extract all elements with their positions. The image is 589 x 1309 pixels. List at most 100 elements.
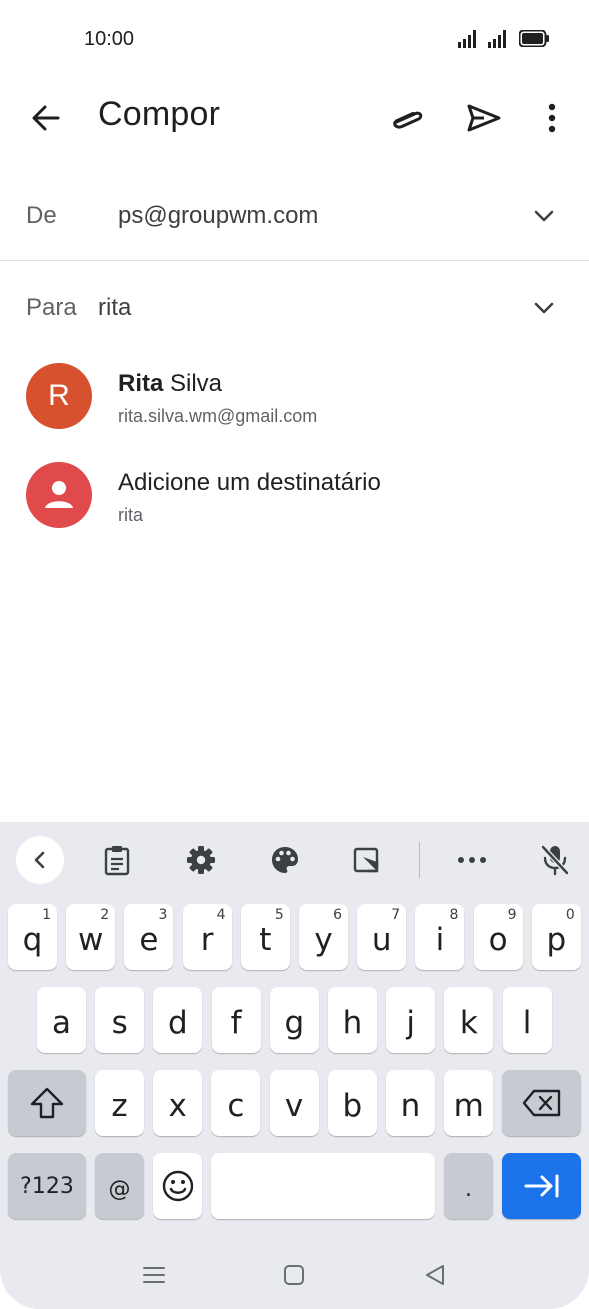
more-options-button[interactable] — [448, 836, 496, 884]
space-key[interactable] — [211, 1153, 435, 1219]
mic-off-icon — [541, 845, 569, 876]
key-p[interactable]: p0 — [531, 904, 581, 970]
key-label: v — [284, 1088, 304, 1124]
add-recipient-sub: rita — [118, 505, 144, 525]
person-icon — [26, 462, 92, 528]
clipboard-button[interactable] — [93, 836, 141, 884]
key-k[interactable]: k — [444, 987, 494, 1053]
key-i[interactable]: i8 — [415, 904, 465, 970]
key-label: q — [22, 922, 43, 958]
send-icon[interactable] — [462, 98, 506, 138]
key-label: p — [546, 922, 567, 958]
key-u[interactable]: u7 — [357, 904, 407, 970]
key-a[interactable]: a — [37, 987, 86, 1053]
toolbar-divider — [419, 842, 420, 878]
clipboard-icon — [104, 846, 130, 876]
key-label: y — [314, 922, 333, 958]
key-c[interactable]: c — [211, 1070, 261, 1136]
page-title: Compor — [98, 95, 221, 133]
key-label: d — [168, 1005, 188, 1041]
key-x[interactable]: x — [153, 1070, 203, 1136]
back-arrow-icon[interactable] — [26, 98, 66, 138]
keyboard-toolbar — [0, 822, 589, 898]
key-q[interactable]: q1 — [8, 904, 57, 970]
status-time: 10:00 — [84, 28, 135, 50]
shift-key[interactable] — [8, 1070, 86, 1136]
key-hint: 6 — [333, 907, 342, 923]
key-label: h — [342, 1005, 363, 1041]
key-j[interactable]: j — [386, 987, 436, 1053]
system-navigation-bar — [0, 1239, 589, 1309]
floating-keyboard-button[interactable] — [343, 836, 391, 884]
next-field-key[interactable] — [502, 1153, 581, 1219]
period-key-label: . — [465, 1176, 472, 1202]
key-label: i — [435, 922, 445, 958]
key-hint: 8 — [449, 907, 459, 923]
chevron-down-icon[interactable] — [530, 202, 558, 230]
key-label: x — [168, 1088, 187, 1124]
top-app-bar: Compor — [0, 80, 589, 156]
key-n[interactable]: n — [386, 1070, 435, 1136]
signal-icon-2 — [488, 30, 506, 48]
back-triangle-icon[interactable] — [419, 1259, 451, 1291]
key-label: g — [284, 1005, 305, 1041]
to-input[interactable]: rita — [98, 294, 131, 322]
contact-suggestion[interactable]: R Rita Silva rita.silva.wm@gmail.com — [0, 362, 589, 458]
key-r[interactable]: r4 — [182, 904, 232, 970]
at-key[interactable]: @ — [95, 1153, 144, 1219]
key-label: l — [522, 1005, 532, 1041]
to-field-row[interactable]: Para rita — [0, 270, 589, 346]
chevron-down-icon-to[interactable] — [530, 294, 558, 322]
key-t[interactable]: t5 — [240, 904, 290, 970]
key-b[interactable]: b — [327, 1070, 377, 1136]
emoji-key[interactable] — [153, 1153, 202, 1219]
key-label: c — [227, 1088, 245, 1124]
key-label: o — [488, 922, 508, 958]
shift-icon — [30, 1087, 64, 1119]
key-y[interactable]: y6 — [299, 904, 348, 970]
emoji-icon — [162, 1170, 193, 1202]
key-o[interactable]: o9 — [473, 904, 523, 970]
backspace-key[interactable] — [502, 1070, 581, 1136]
key-l[interactable]: l — [502, 987, 552, 1053]
key-label: n — [400, 1088, 421, 1124]
more-vert-icon[interactable] — [534, 98, 570, 138]
key-m[interactable]: m — [444, 1070, 494, 1136]
key-h[interactable]: h — [328, 987, 377, 1053]
key-d[interactable]: d — [153, 987, 203, 1053]
key-s[interactable]: s — [95, 987, 145, 1053]
resize-icon — [353, 847, 379, 873]
key-v[interactable]: v — [269, 1070, 319, 1136]
voice-input-button[interactable] — [531, 836, 579, 884]
menu-icon[interactable] — [138, 1259, 170, 1291]
key-e[interactable]: e3 — [124, 904, 174, 970]
key-label: a — [52, 1005, 71, 1041]
key-hint: 7 — [391, 907, 401, 923]
collapse-toolbar-button[interactable] — [16, 836, 64, 884]
from-label: De — [26, 202, 57, 229]
key-z[interactable]: z — [95, 1070, 144, 1136]
from-field-row[interactable]: De ps@groupwm.com — [0, 176, 589, 261]
add-recipient-label: Adicione um destinatário — [118, 469, 381, 496]
period-key[interactable]: . — [444, 1153, 493, 1219]
home-icon[interactable] — [278, 1259, 310, 1291]
key-f[interactable]: f — [211, 987, 261, 1053]
paperclip-icon[interactable] — [384, 98, 428, 138]
key-label: r — [200, 922, 214, 958]
key-label: s — [111, 1005, 128, 1041]
theme-button[interactable] — [261, 836, 309, 884]
tab-arrow-icon — [524, 1174, 558, 1198]
key-g[interactable]: g — [269, 987, 319, 1053]
battery-icon — [519, 30, 549, 47]
add-recipient-suggestion[interactable]: Adicione um destinatário rita — [0, 461, 589, 557]
symbols-key[interactable]: ?123 — [8, 1153, 86, 1219]
key-label: k — [459, 1005, 478, 1041]
from-value[interactable]: ps@groupwm.com — [118, 202, 318, 230]
key-label: b — [342, 1088, 363, 1124]
contact-name: Rita Silva — [118, 370, 223, 397]
key-w[interactable]: w2 — [66, 904, 116, 970]
key-label: t — [259, 922, 272, 958]
settings-button[interactable] — [177, 836, 225, 884]
at-key-label: @ — [108, 1176, 131, 1202]
key-hint: 2 — [100, 907, 110, 923]
